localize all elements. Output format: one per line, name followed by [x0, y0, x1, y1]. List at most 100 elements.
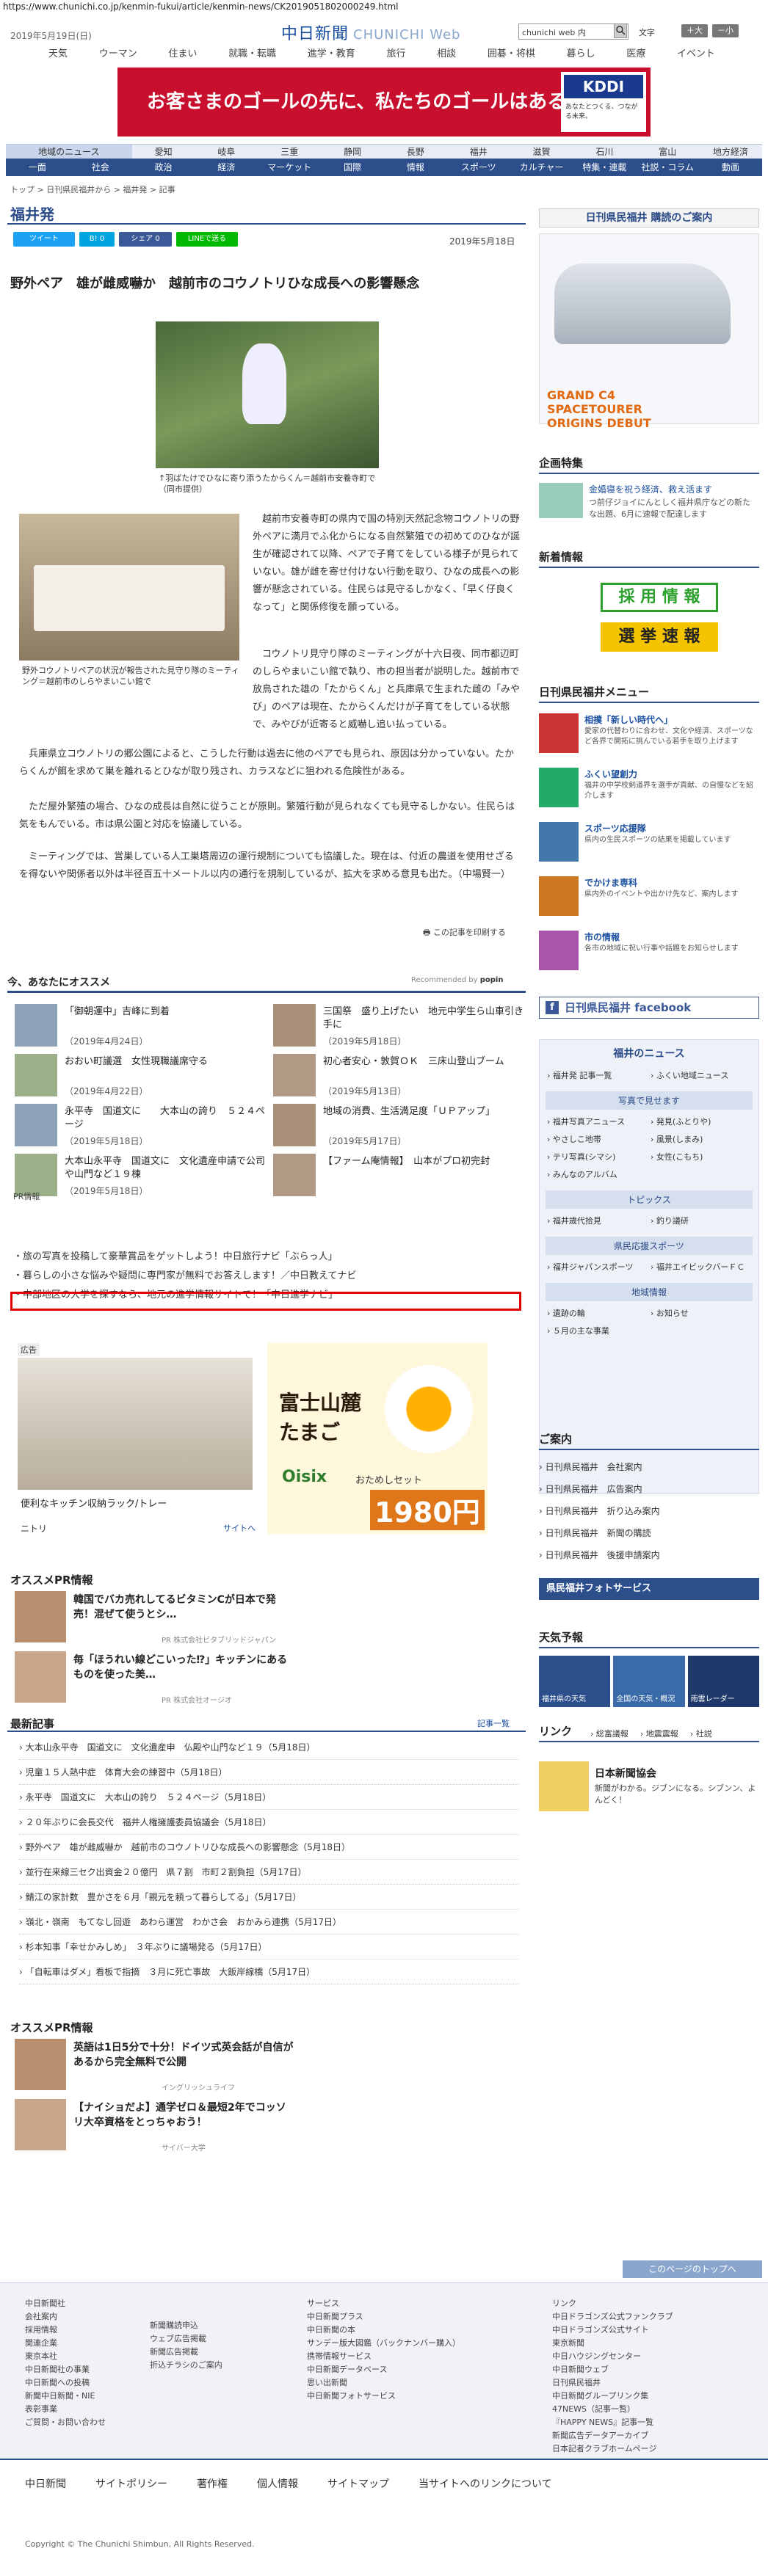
category-nav-item[interactable]: マーケット	[258, 159, 321, 176]
latest-item[interactable]: › 野外ペア 雄が雌威嚇か 越前市のコウノトリひな成長への影響懸念（5月18日）	[19, 1835, 518, 1860]
kikaku-link[interactable]: 金婚寝を祝う経済、救え活ます	[589, 483, 758, 495]
menu-item-title[interactable]: 相撲「新しい時代へ」	[584, 713, 673, 726]
sidebar-link[interactable]: › テリ写真(シマシ)	[546, 1148, 649, 1165]
menu-item[interactable]: ふくい望創力 福井の中学校剣道界を選手が貢献、の自慢などを紹介します	[539, 768, 759, 819]
weather-tile[interactable]: 福井県の天気	[539, 1656, 611, 1707]
global-nav-item[interactable]: 囲碁・将棋	[483, 46, 540, 62]
senkyo-button[interactable]: 選 挙 速 報	[601, 622, 718, 652]
footer-link[interactable]: 中日ハウジングセンター	[552, 2350, 673, 2363]
sidebar-link[interactable]: › 女性(こもち)	[649, 1148, 753, 1165]
recommend-item[interactable]: 「御朝運中」吉峰に到着 （2019年4月24日）	[15, 1004, 272, 1049]
category-nav-item[interactable]: 情報	[384, 159, 447, 176]
latest-item[interactable]: › 「自転車はダメ」看板で指摘 ３月に死亡事故 大飯岸線橋（5月17日）	[19, 1960, 518, 1984]
footer-link[interactable]: 47NEWS（記事一覧）	[552, 2403, 673, 2416]
latest-item[interactable]: › 永平寺 国道文に 大本山の誇り ５２４ページ（5月18日）	[19, 1785, 518, 1810]
browser-url[interactable]: https://www.chunichi.co.jp/kenmin-fukui/…	[0, 0, 768, 13]
ad-block[interactable]: 広告 便利なキッチン収納ラック/トレー ニトリ サイトへ 富士山麓たまご Ois…	[18, 1343, 495, 1534]
footer-nav-item[interactable]: 個人情報	[257, 2476, 298, 2491]
sidebar-link[interactable]: › 福井歳代拾見	[546, 1212, 649, 1229]
footer-link[interactable]: サンデー版大図鑑（バックナンバー購入）	[307, 2337, 460, 2350]
footer-link[interactable]: 中日新聞グループリンク集	[552, 2390, 673, 2403]
sidebar-link-item[interactable]: › 地震震報	[640, 1728, 678, 1739]
recommend-item[interactable]: 三国祭 盛り上げたい 地元中学生ら山車引き手に （2019年5月18日）	[273, 1004, 530, 1049]
footer-link[interactable]: 表彰事業	[25, 2403, 106, 2416]
hatena-button[interactable]: B! 0	[79, 232, 115, 247]
footer-link[interactable]: ウェブ広告掲載	[150, 2332, 222, 2346]
recommend-item-title[interactable]: 【ファーム庵情報】 山本がプロ初完封	[323, 1155, 529, 1168]
recommend-item[interactable]: 永平寺 国道文に 大本山の誇り ５２４ページ （2019年5月18日）	[15, 1104, 272, 1149]
breadcrumb[interactable]: トップ > 日刊県民福井から > 福井発 > 記事	[10, 183, 175, 195]
category-nav-item[interactable]: カルチャー	[510, 159, 573, 176]
sidebar-link-item[interactable]: › 社説	[690, 1728, 712, 1739]
sidebar-link[interactable]: › 釣り議研	[649, 1212, 753, 1229]
search-input[interactable]: chunichi web 内	[518, 23, 628, 40]
sidebar-link[interactable]: › 風景(しまみ)	[649, 1130, 753, 1148]
osusume-pr-item[interactable]: 【ナイショだよ】通学ゼロ＆最短2年でコッソリ大卒資格をとっちゃおう！ サイバー大学	[15, 2099, 499, 2156]
recommend-item-title[interactable]: おおい町議選 女性現職議席守る	[65, 1055, 270, 1069]
footer-link[interactable]: 中日新聞データベース	[307, 2363, 460, 2376]
sidebar-link[interactable]: › 遺跡の輪	[546, 1304, 649, 1322]
recommend-item-title[interactable]: 初心者安心・敦賀ＯＫ 三床山登山ブーム	[323, 1055, 529, 1069]
latest-item[interactable]: › 児童１５人熱中症 体育大会の練習中（5月18日）	[19, 1760, 518, 1785]
footer-link[interactable]: ご質問・お問い合わせ	[25, 2416, 106, 2429]
recommend-item[interactable]: おおい町議選 女性現職議席守る （2019年4月22日）	[15, 1054, 272, 1099]
footer-link[interactable]: 携帯情報サービス	[307, 2350, 460, 2363]
recommend-item[interactable]: 地域の消費、生活満足度「ＵＰアップ」 （2019年5月17日）	[273, 1104, 530, 1149]
menu-item-title[interactable]: 市の情報	[584, 931, 620, 943]
menu-item[interactable]: でかけま専科 県内外のイベントや出かけ先など、案内します	[539, 876, 759, 928]
sidebar-link[interactable]: › 福井写真アニュース	[546, 1113, 649, 1130]
ad-site-link[interactable]: サイトへ	[223, 1522, 256, 1534]
prefecture-nav-item[interactable]: 岐阜	[195, 145, 258, 159]
osusume-pr-title[interactable]: 【ナイショだよ】通学ゼロ＆最短2年でコッソリ大卒資格をとっちゃおう！	[73, 2100, 294, 2130]
menu-item-title[interactable]: でかけま専科	[584, 876, 637, 889]
prefecture-nav-item[interactable]: 富山	[636, 145, 699, 159]
annai-link[interactable]: › 日刊県民福井 折り込み案内	[539, 1500, 759, 1522]
footer-link[interactable]: 中日新聞への投稿	[25, 2376, 106, 2390]
category-nav-item[interactable]: スポーツ	[447, 159, 510, 176]
footer-nav-item[interactable]: 中日新聞	[25, 2476, 66, 2491]
sidebar-link[interactable]: › 発見(ふとりや)	[649, 1113, 753, 1130]
osusume-pr-title[interactable]: 英語は1日5分で十分！ドイツ式英会話が自信があるから完全無料で公開	[73, 2040, 294, 2070]
top-banner-ad[interactable]: お客さまのゴールの先に、私たちのゴールはある。 KDDI あなたとつくる、つながる…	[117, 68, 651, 137]
line-share-button[interactable]: LINEで送る	[176, 232, 238, 247]
facebook-share-button[interactable]: シェア 0	[119, 232, 172, 247]
menu-item-title[interactable]: スポーツ応援隊	[584, 822, 646, 834]
sidebar-link-item[interactable]: › 総富議報	[590, 1728, 628, 1739]
global-nav-item[interactable]: 相談	[432, 46, 460, 62]
footer-link[interactable]: リンク	[552, 2297, 673, 2310]
footer-link[interactable]: 日刊県民福井	[552, 2376, 673, 2390]
footer-link[interactable]: 新聞広告掲載	[150, 2346, 222, 2359]
photo-service-link[interactable]: 県民福井フォトサービス	[539, 1578, 759, 1600]
global-nav-item[interactable]: 医療	[622, 46, 650, 62]
footer-nav-item[interactable]: 当サイトへのリンクについて	[419, 2476, 552, 2491]
global-nav-item[interactable]: イベント	[673, 46, 720, 62]
footer-link[interactable]: 思い出新聞	[307, 2376, 460, 2390]
footer-link[interactable]: 会社案内	[25, 2310, 106, 2324]
recommend-item-title[interactable]: 大本山永平寺 国道文に 文化遺産申請で公司や山門など１９棟	[65, 1155, 270, 1182]
footer-link[interactable]: 日本記者クラブホームページ	[552, 2442, 673, 2456]
category-nav-item[interactable]: 特集・連載	[573, 159, 636, 176]
category-nav-item[interactable]: 社説・コラム	[636, 159, 699, 176]
page-top-button[interactable]: このページのトップへ	[623, 2260, 762, 2278]
footer-nav-item[interactable]: 著作権	[197, 2476, 228, 2491]
recommend-item[interactable]: 初心者安心・敦賀ＯＫ 三床山登山ブーム （2019年5月13日）	[273, 1054, 530, 1099]
menu-item[interactable]: 市の情報 各市の地域に祝い行事や話題をお知らせします	[539, 931, 759, 982]
footer-link[interactable]: 中日新聞ウェブ	[552, 2363, 673, 2376]
latest-item[interactable]: › 並行在来線三セク出資金２０億円 県７割 市町２割負担（5月17日）	[19, 1860, 518, 1885]
global-nav-item[interactable]: ウーマン	[95, 46, 142, 62]
prefecture-nav-item[interactable]: 静岡	[321, 145, 384, 159]
menu-item-title[interactable]: ふくい望創力	[584, 768, 637, 780]
latest-item[interactable]: › 大本山永平寺 国道文に 文化遺産申 仏殿や山門など１９（5月18日）	[19, 1735, 518, 1760]
sidebar-link[interactable]: › お知らせ	[649, 1304, 753, 1322]
category-nav-item[interactable]: 動画	[699, 159, 762, 176]
footer-link[interactable]: 関連企業	[25, 2337, 106, 2350]
menu-item[interactable]: スポーツ応援隊 県内の生民スポーツの結果を掲載しています	[539, 822, 759, 873]
sidebar-link[interactable]: › ５月の主な事業	[546, 1322, 649, 1339]
facebook-link[interactable]: f 日刊県民福井 facebook	[539, 997, 759, 1019]
prefecture-nav-item[interactable]: 地方経済	[699, 145, 762, 159]
oisix-ad[interactable]: 富士山麓たまご Oisix おためしセット 1980円	[267, 1343, 488, 1534]
recommend-item-title[interactable]: 永平寺 国道文に 大本山の誇り ５２４ページ	[65, 1105, 270, 1132]
annai-link[interactable]: › 日刊県民福井 広告案内	[539, 1478, 759, 1500]
footer-link[interactable]: 中日新聞社	[25, 2297, 106, 2310]
footer-link[interactable]: 中日新聞プラス	[307, 2310, 460, 2324]
